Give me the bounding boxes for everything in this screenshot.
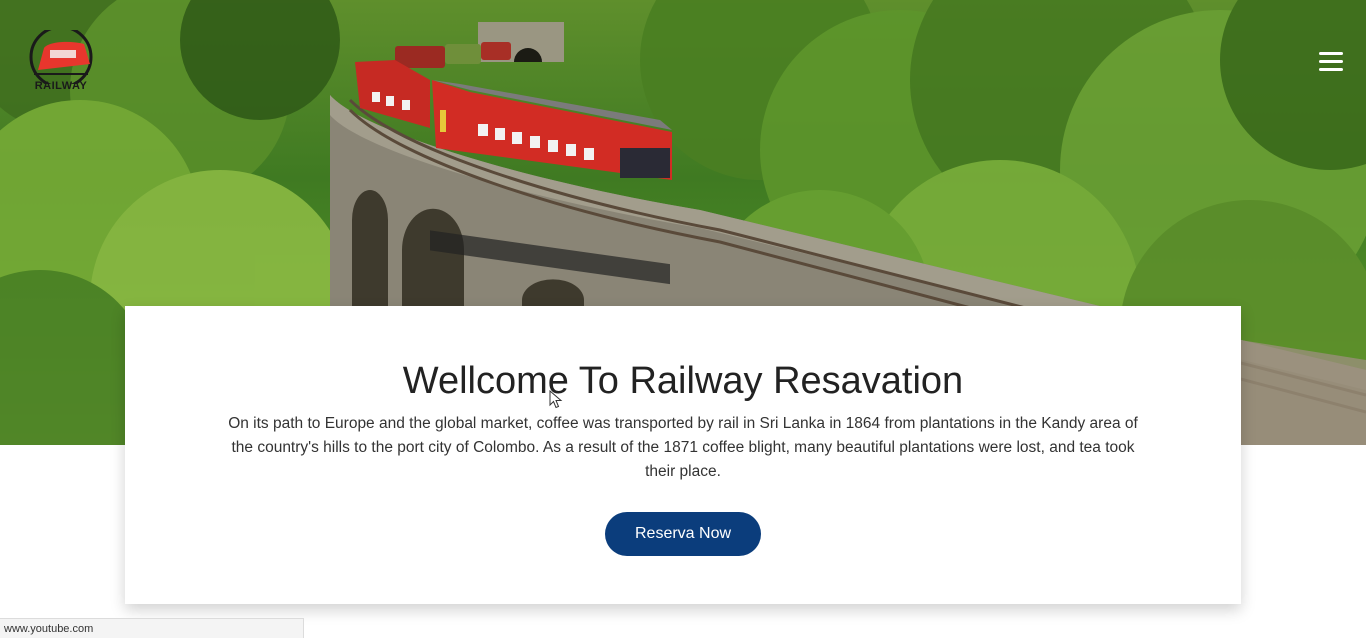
browser-status-url: www.youtube.com bbox=[0, 618, 304, 638]
menu-line-icon bbox=[1319, 60, 1343, 63]
logo-text: RAILWAY bbox=[34, 80, 88, 92]
page-title: Wellcome To Railway Resavation bbox=[402, 360, 964, 402]
train-logo-icon bbox=[29, 30, 93, 84]
mouse-cursor-icon bbox=[549, 390, 563, 409]
menu-line-icon bbox=[1319, 52, 1343, 55]
page: RAILWAY Wellcome To Railway Resavation O… bbox=[0, 0, 1366, 638]
menu-line-icon bbox=[1319, 68, 1343, 71]
hamburger-menu-icon[interactable] bbox=[1319, 52, 1343, 72]
reserve-now-button[interactable]: Reserva Now bbox=[605, 512, 761, 556]
railway-logo[interactable]: RAILWAY bbox=[28, 30, 100, 96]
welcome-description: On its path to Europe and the global mar… bbox=[228, 415, 1138, 480]
welcome-card: Wellcome To Railway Resavation On its pa… bbox=[125, 306, 1241, 604]
